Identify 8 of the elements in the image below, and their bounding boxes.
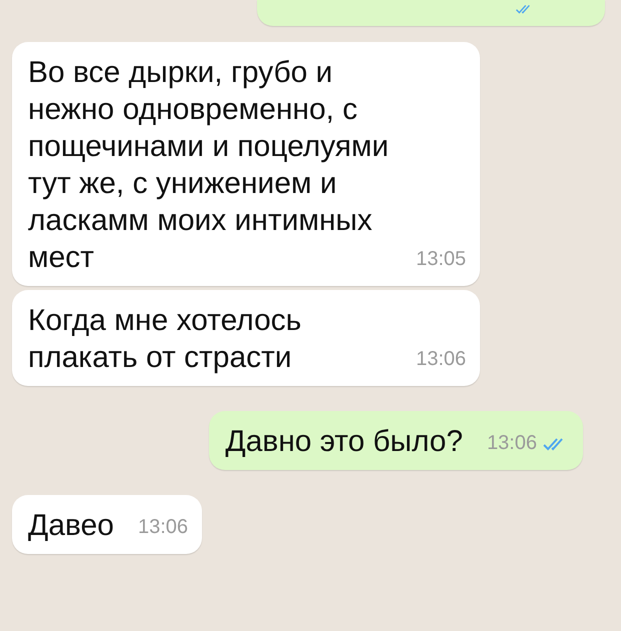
message-text: Давно это было? xyxy=(225,424,463,460)
message-time: 13:05 xyxy=(416,247,466,272)
message-text: Давео xyxy=(28,508,114,544)
message-text: Когда мне хотелось плакать от страсти xyxy=(28,303,302,376)
message-time: 13:06 xyxy=(138,515,188,540)
message-time: 13:06 xyxy=(416,347,466,372)
message-time: 13:06 xyxy=(486,431,537,456)
message-text: Во все дырки, грубо и нежно одновременно, с пощечинами и поцелуями тут же, с унижением и ласкамм моих интимных мест xyxy=(28,55,390,276)
